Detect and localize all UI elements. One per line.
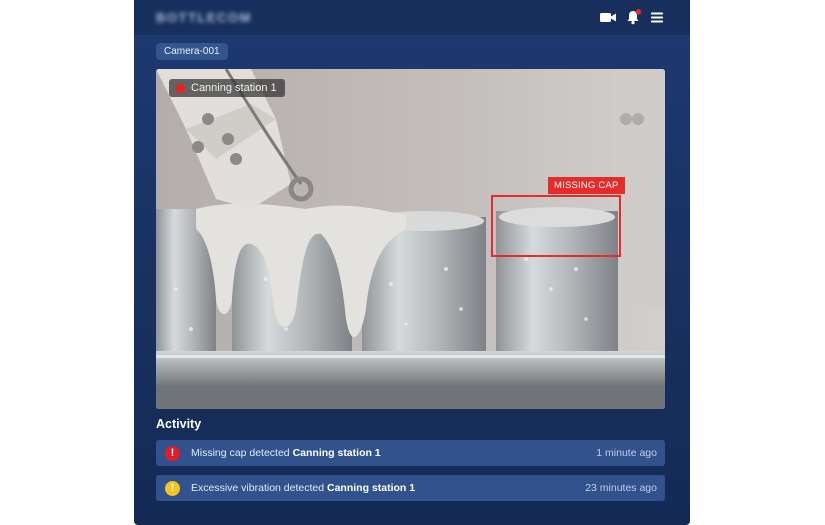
activity-item-missing-cap[interactable]: ! Missing cap detected Canning station 1… [156,440,665,466]
detection-label: MISSING CAP [548,177,625,194]
activity-item-station: Canning station 1 [292,447,381,459]
camera-tag[interactable]: Camera-001 [156,43,228,60]
video-camera-icon[interactable] [599,9,617,25]
activity-item-station: Canning station 1 [327,482,416,494]
activity-item-text: Excessive vibration detected Canning sta… [191,482,416,494]
station-chip: Canning station 1 [169,79,285,97]
bell-icon[interactable] [625,9,643,25]
app-logo[interactable]: BOTTLECOM [156,10,252,25]
detection-box[interactable] [491,195,621,257]
warning-icon: ! [165,481,180,496]
notification-badge [635,9,642,15]
error-icon: ! [165,446,180,461]
activity-item-time: 23 minutes ago [585,482,657,494]
camera-feed[interactable]: Canning station 1 MISSING CAP [156,69,665,409]
activity-item-text: Missing cap detected Canning station 1 [191,447,381,459]
menu-icon[interactable] [649,9,667,25]
app-window: BOTTLECOM Camera-001 Canning station 1 M… [134,0,690,525]
top-bar: BOTTLECOM [134,0,690,35]
activity-item-vibration[interactable]: ! Excessive vibration detected Canning s… [156,475,665,501]
live-indicator-icon [176,83,185,93]
activity-title: Activity [156,417,202,431]
station-chip-label: Canning station 1 [191,82,277,94]
activity-item-time: 1 minute ago [596,447,657,459]
